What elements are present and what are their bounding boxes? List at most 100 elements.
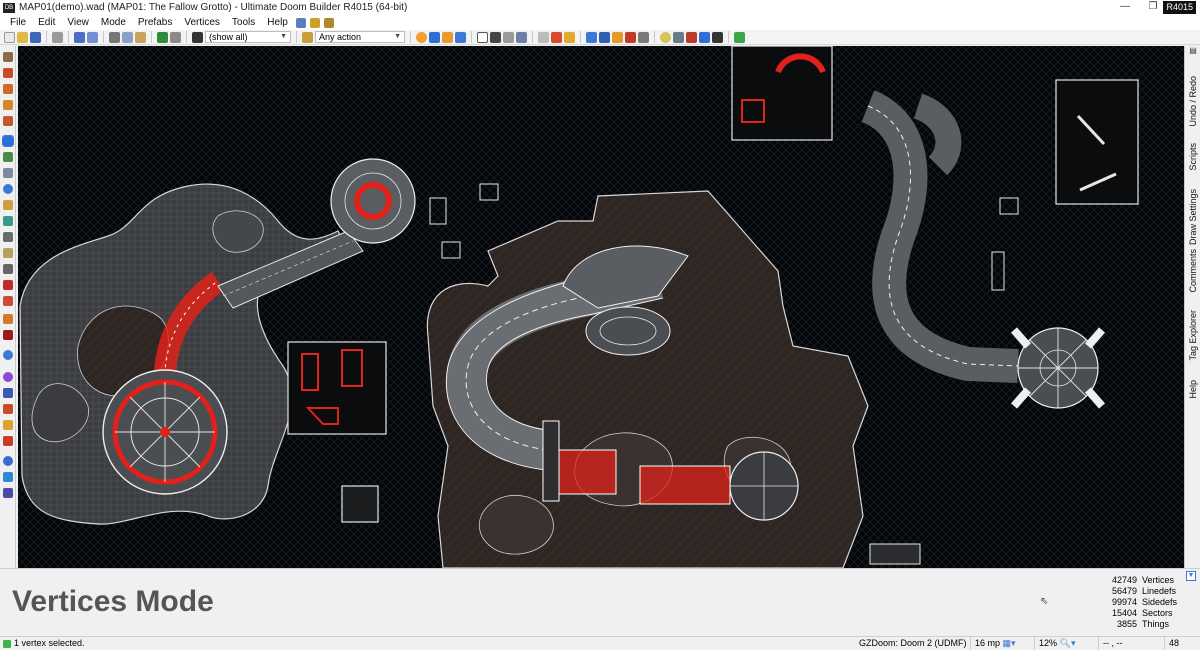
- draw-line-icon[interactable]: [3, 52, 13, 62]
- round-room-south: [729, 451, 799, 521]
- paste-icon[interactable]: [135, 31, 146, 43]
- height-icon[interactable]: [712, 31, 723, 43]
- thing-browser-icon[interactable]: [3, 436, 13, 446]
- lift-room-east: [1055, 79, 1139, 205]
- doc-icon[interactable]: [503, 31, 514, 43]
- menu-bar: File Edit View Mode Prefabs Vertices Too…: [0, 15, 1200, 30]
- tab-tag-explorer[interactable]: Tag Explorer: [1185, 300, 1200, 370]
- open-map-icon[interactable]: [17, 31, 28, 43]
- plugin-icon-2[interactable]: [309, 17, 320, 28]
- dots-icon[interactable]: [3, 388, 13, 398]
- snap-icon[interactable]: [599, 31, 610, 43]
- ceiling-view-icon[interactable]: [455, 31, 466, 43]
- items-room: [287, 341, 387, 435]
- title-bar: DB MAP01(demo).wad (MAP01: The Fallow Gr…: [0, 0, 1200, 15]
- things-mode-icon[interactable]: [3, 184, 13, 194]
- search-icon[interactable]: [3, 456, 13, 466]
- sector-icon[interactable]: [625, 31, 636, 43]
- menu-tools[interactable]: Tools: [226, 15, 261, 30]
- map-canvas[interactable]: [18, 46, 1184, 568]
- texture-icon[interactable]: [638, 31, 649, 43]
- undo-icon[interactable]: [74, 31, 85, 43]
- draw-rect-icon[interactable]: [3, 84, 13, 94]
- menu-edit[interactable]: Edit: [32, 15, 61, 30]
- select-tool-icon[interactable]: [538, 31, 549, 43]
- new-map-icon[interactable]: [4, 31, 15, 43]
- menu-prefabs[interactable]: Prefabs: [132, 15, 178, 30]
- effect-icon[interactable]: [3, 330, 13, 340]
- layers-icon[interactable]: [3, 264, 13, 274]
- draw-ellipse-icon[interactable]: [3, 100, 13, 110]
- square-tool-icon[interactable]: [477, 31, 488, 43]
- grid-size-display[interactable]: 16 mp ▦▾: [970, 637, 1028, 650]
- tab-comments[interactable]: Comments: [1185, 246, 1200, 296]
- texture-browser-icon[interactable]: [3, 420, 13, 430]
- menu-help[interactable]: Help: [261, 15, 294, 30]
- map-options-icon[interactable]: [52, 31, 63, 43]
- fullbright-icon[interactable]: [699, 31, 710, 43]
- tab-draw-settings[interactable]: Draw Settings: [1185, 178, 1200, 256]
- menu-mode[interactable]: Mode: [95, 15, 132, 30]
- pin-icon[interactable]: ▤: [1188, 46, 1198, 56]
- menu-vertices[interactable]: Vertices: [178, 15, 226, 30]
- grid-view-icon[interactable]: [429, 31, 440, 43]
- action-filter-select[interactable]: Any action ▼: [315, 31, 405, 43]
- make-door-icon[interactable]: [3, 314, 13, 324]
- dynamic-light-icon[interactable]: [686, 31, 697, 43]
- minimize-button[interactable]: —: [1112, 0, 1138, 15]
- save-map-icon[interactable]: [30, 31, 41, 43]
- things-filter-select[interactable]: (show all) ▼: [205, 31, 291, 43]
- floor-mode-icon[interactable]: [3, 216, 13, 226]
- tab-help[interactable]: Help: [1185, 374, 1200, 404]
- vertices-mode-icon[interactable]: [2, 135, 14, 147]
- monitor-icon[interactable]: [490, 31, 501, 43]
- sound-mode-icon[interactable]: [3, 248, 13, 258]
- triangles-icon[interactable]: [3, 404, 13, 414]
- linedef-actions-icon[interactable]: [302, 31, 313, 43]
- zoom-icon: 🔍︎▾: [1059, 638, 1076, 648]
- mouse-cursor-icon: ⇖: [1040, 596, 1049, 607]
- lightbulb-icon[interactable]: [660, 31, 671, 43]
- visual-mode-icon[interactable]: [3, 350, 13, 360]
- floor-view-icon[interactable]: [442, 31, 453, 43]
- linedefs-mode-icon[interactable]: [3, 152, 13, 162]
- status-value: 48: [1164, 637, 1200, 650]
- grid-toggle-icon[interactable]: [586, 31, 597, 43]
- gradient-icon[interactable]: [3, 296, 13, 306]
- view-mode-icon[interactable]: [416, 31, 427, 43]
- play-icon[interactable]: [734, 31, 745, 43]
- paint-tool-icon[interactable]: [551, 31, 562, 43]
- insert-prefab-icon[interactable]: [157, 31, 168, 43]
- draw-curve-icon[interactable]: [3, 68, 13, 78]
- script-editor-icon[interactable]: [3, 488, 13, 498]
- highlight-icon[interactable]: [564, 31, 575, 43]
- check-map-icon[interactable]: [3, 472, 13, 482]
- restore-button[interactable]: ❐: [1140, 0, 1166, 15]
- app-icon: DB: [3, 2, 15, 13]
- plugin-icon-3[interactable]: [323, 17, 334, 28]
- tab-scripts[interactable]: Scripts: [1185, 130, 1200, 184]
- grid-icon: ▦▾: [1002, 638, 1016, 648]
- prefab-icon[interactable]: [170, 31, 181, 43]
- menu-file[interactable]: File: [4, 15, 32, 30]
- stat-sectors: 15404 Sectors: [1111, 608, 1173, 618]
- grid-icon[interactable]: [516, 31, 527, 43]
- menu-view[interactable]: View: [61, 15, 95, 30]
- copy-icon[interactable]: [122, 31, 133, 43]
- model-icon[interactable]: [673, 31, 684, 43]
- draw-grid-icon[interactable]: [3, 116, 13, 126]
- main-toolbar: (show all) ▼ Any action ▼: [0, 30, 1200, 45]
- cut-icon[interactable]: [109, 31, 120, 43]
- color-icon[interactable]: [3, 372, 13, 382]
- tab-undo-redo[interactable]: Undo / Redo: [1185, 66, 1200, 136]
- filter-icon[interactable]: [192, 31, 203, 43]
- brightness-mode-icon[interactable]: [3, 200, 13, 210]
- plugin-icon-1[interactable]: [295, 17, 306, 28]
- sectors-mode-icon[interactable]: [3, 168, 13, 178]
- redo-icon[interactable]: [87, 31, 98, 43]
- zoom-display[interactable]: 12% 🔍︎▾: [1034, 637, 1092, 650]
- ceiling-mode-icon[interactable]: [3, 232, 13, 242]
- collapse-panel-button[interactable]: ▼: [1186, 571, 1196, 581]
- slope-icon[interactable]: [3, 280, 13, 290]
- merge-icon[interactable]: [612, 31, 623, 43]
